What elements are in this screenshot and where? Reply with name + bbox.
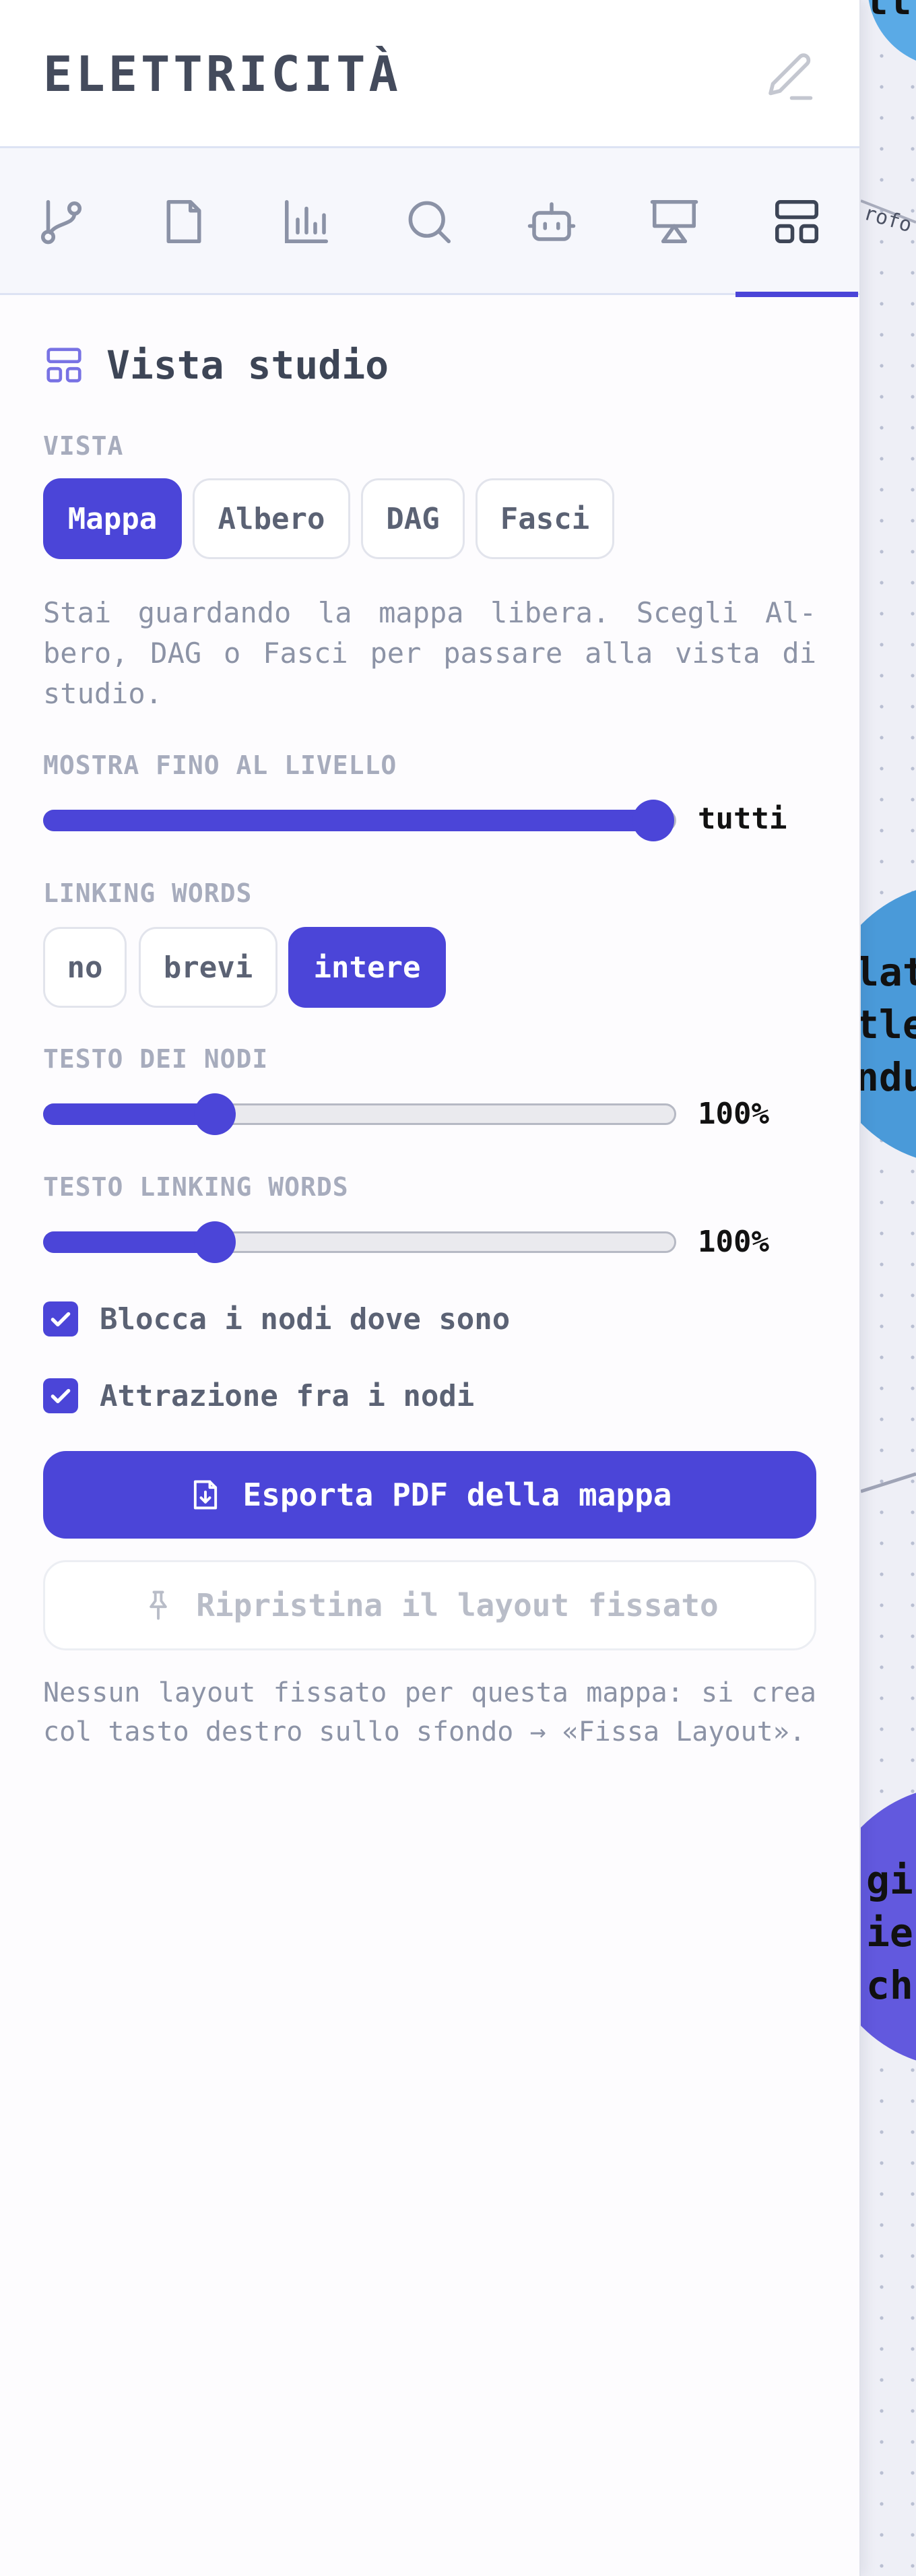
view-description: Stai guardando la mappa libera. Scegli A… — [43, 596, 816, 710]
pin-icon — [150, 1590, 168, 1620]
lock-nodes-label: Blocca i nodi dove sono — [100, 1301, 511, 1337]
file-download-icon — [193, 1480, 217, 1510]
map-node-label-line: ie — [866, 1910, 913, 1956]
level-value: tutti — [698, 802, 787, 836]
node-text-value: 100% — [698, 1097, 769, 1131]
tab-search[interactable] — [368, 148, 490, 295]
branch-icon — [40, 199, 82, 245]
slider-thumb[interactable] — [194, 1093, 236, 1135]
tab-stats[interactable] — [245, 148, 368, 295]
tab-branch[interactable] — [0, 148, 123, 295]
slider-fill — [43, 1103, 218, 1125]
map-node-label-line: ch — [866, 1962, 913, 2008]
view-option-albero[interactable]: Albero — [193, 478, 350, 559]
check-icon — [51, 1388, 71, 1403]
view-label: VISTA — [43, 431, 124, 461]
view-option-dag[interactable]: DAG — [361, 478, 465, 559]
slider-thumb[interactable] — [194, 1221, 236, 1263]
linking-text-label: TESTO LINKING WORDS — [43, 1172, 349, 1202]
search-icon — [408, 201, 451, 244]
linking-option-brevi[interactable]: brevi — [139, 927, 277, 1008]
sidebar-panel: ELETTRICITÀ Vista studio VISTA Mappa Alb… — [0, 0, 861, 2576]
section-header: Vista studio — [43, 342, 389, 388]
map-canvas[interactable]: tt lat tle ndu gi ie ch rofo — [861, 0, 916, 2576]
lock-nodes-checkbox[interactable]: Blocca i nodi dove sono — [43, 1301, 510, 1337]
slider-thumb[interactable] — [632, 800, 674, 841]
tab-bot[interactable] — [490, 148, 613, 295]
map-node-label-line: ndu — [861, 1054, 916, 1100]
layout-icon — [775, 199, 819, 244]
map-node-label-line: lat — [861, 949, 916, 995]
layout-icon — [46, 348, 81, 383]
linking-text-value: 100% — [698, 1225, 769, 1259]
check-icon — [51, 1312, 71, 1326]
pencil-icon — [768, 53, 813, 100]
level-label: MOSTRA FINO AL LIVELLO — [43, 750, 397, 780]
map-edges — [861, 0, 916, 2061]
slider-fill — [43, 1231, 218, 1253]
tool-tabs — [0, 148, 859, 297]
linking-option-no[interactable]: no — [43, 927, 127, 1008]
restore-layout-button[interactable]: Ripristina il layout fissato — [43, 1560, 816, 1650]
checkbox-box[interactable] — [43, 1301, 78, 1337]
edit-title-button[interactable] — [761, 49, 818, 105]
attraction-checkbox[interactable]: Attrazione fra i nodi — [43, 1378, 474, 1413]
export-pdf-button[interactable]: Esporta PDF della mappa — [43, 1451, 816, 1539]
presentation-icon — [650, 199, 698, 244]
node-text-slider[interactable] — [43, 1093, 676, 1135]
tab-file[interactable] — [123, 148, 245, 295]
linking-text-slider[interactable] — [43, 1221, 676, 1263]
restore-layout-label: Ripristina il layout fissato — [196, 1587, 719, 1623]
level-slider[interactable] — [43, 800, 676, 841]
linking-option-intere[interactable]: intere — [288, 927, 446, 1008]
layout-note: Nessun layout fissato per questa mappa: … — [43, 1677, 816, 1747]
map-node-label-line: gi — [866, 1857, 913, 1903]
linking-label: LINKING WORDS — [43, 878, 253, 908]
checkbox-box[interactable] — [43, 1378, 78, 1413]
view-option-fasci[interactable]: Fasci — [476, 478, 614, 559]
slider-fill — [43, 810, 655, 831]
file-icon — [166, 199, 201, 244]
bot-icon — [527, 202, 576, 241]
tab-presentation[interactable] — [613, 148, 735, 295]
tab-layout[interactable] — [735, 148, 858, 297]
attraction-label: Attrazione fra i nodi — [100, 1378, 475, 1413]
export-pdf-label: Esporta PDF della mappa — [242, 1477, 672, 1513]
map-node-top-label: tt — [865, 0, 912, 24]
node-text-label: TESTO DEI NODI — [43, 1044, 269, 1074]
map-node-label-line: tle — [861, 1002, 916, 1048]
bar-chart-icon — [284, 199, 329, 244]
view-option-mappa[interactable]: Mappa — [43, 478, 182, 559]
section-title: Vista studio — [106, 342, 389, 388]
map-title: ELETTRICITÀ — [43, 46, 401, 102]
panel-header: ELETTRICITÀ — [0, 0, 859, 148]
